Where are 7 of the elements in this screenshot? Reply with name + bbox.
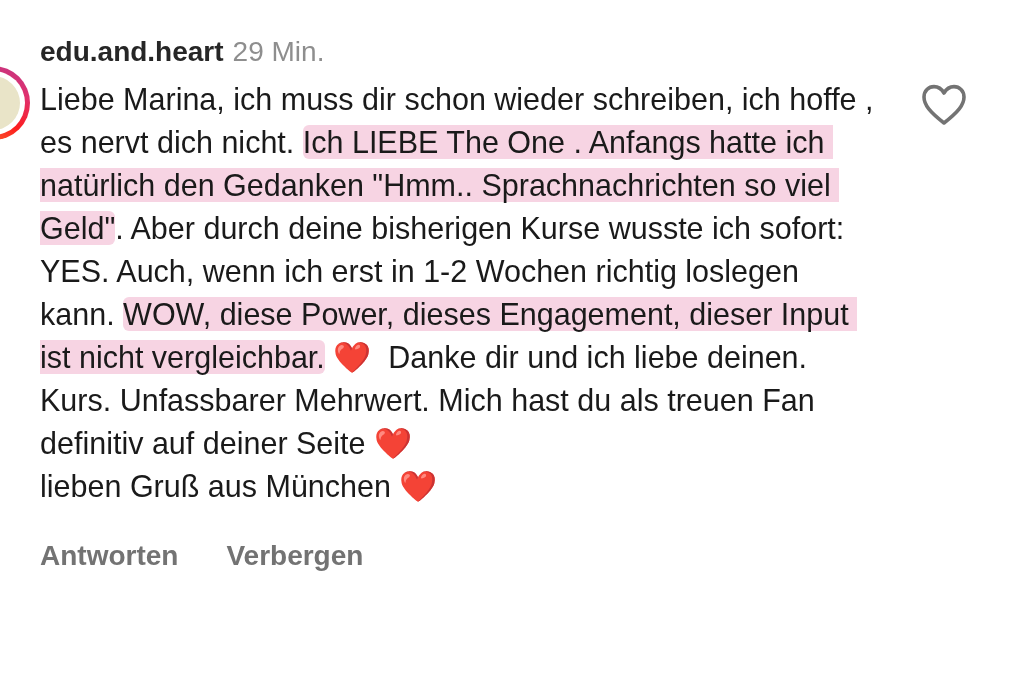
comment-time: 29 Min. [232, 36, 325, 68]
comment-action-link[interactable]: Verbergen [226, 540, 364, 572]
like-button[interactable] [920, 82, 968, 126]
username[interactable]: edu.and.heart [40, 36, 224, 68]
comment-action-link[interactable]: Antworten [40, 540, 179, 572]
comment-text: Liebe Marina, ich muss dir schon wieder schreiben, ich hoffe , es nervt dich nicht. Ich LIEBE The One . Anfangs hatte ich natürlich den Gedanken "Hmm.. Sprachnachrichten so viel Geld". Aber durch deine bisherigen Kurse wusste ich sofort: YES. Auch, wenn ich erst in 1-2 Wochen richtig loslegen kann. WOW, diese Power, dieses Engagement, dieser Input ist nicht vergleichbar. ❤ Danke dir und ich liebe deinen. Kurs. Unfassbarer Mehrwert. Mich hast du als treuen Fan definitiv auf deiner Seite ❤ lieben Gruß aus München ❤ [40, 81, 875, 505]
heart-icon [920, 82, 968, 126]
